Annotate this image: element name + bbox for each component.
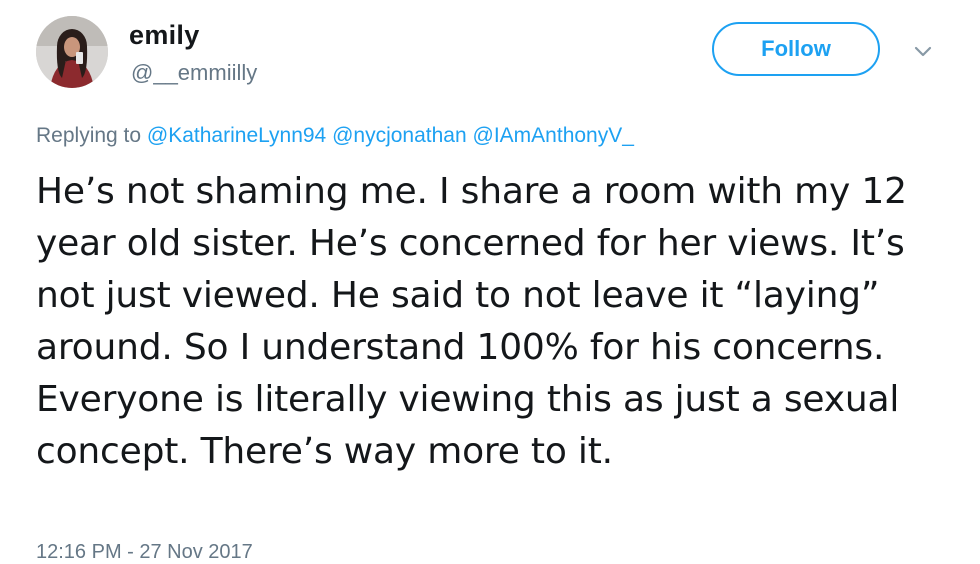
profile-photo-icon: [36, 16, 108, 88]
tweet-text: He’s not shaming me. I share a room with…: [36, 171, 907, 472]
mention-link[interactable]: @IAmAnthonyV_: [473, 124, 634, 147]
mention-link[interactable]: @nycjonathan: [332, 124, 467, 147]
chevron-down-icon[interactable]: [912, 40, 934, 62]
replying-to-label: Replying to: [36, 124, 142, 147]
display-name[interactable]: emily: [129, 20, 200, 51]
replying-to: Replying to @KatharineLynn94 @nycjonatha…: [36, 124, 634, 148]
user-handle[interactable]: @__emmiilly: [131, 60, 257, 86]
tweet-timestamp[interactable]: 12:16 PM - 27 Nov 2017: [36, 541, 253, 564]
mention-link[interactable]: @KatharineLynn94: [147, 124, 326, 147]
avatar[interactable]: [36, 16, 108, 88]
follow-button[interactable]: Follow: [712, 22, 880, 76]
